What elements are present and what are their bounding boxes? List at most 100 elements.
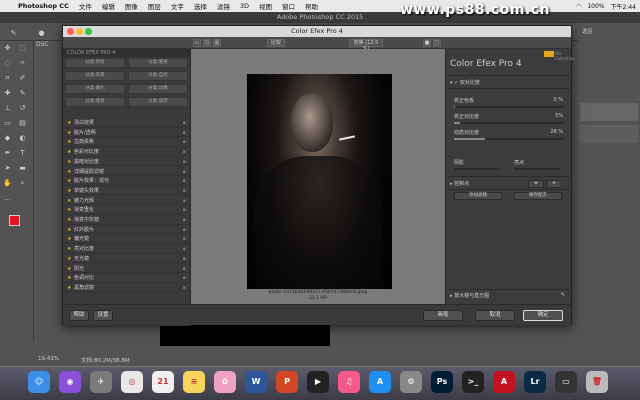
dock-word-icon[interactable]: W bbox=[245, 371, 267, 393]
dock-app-store-icon[interactable]: A bbox=[369, 371, 391, 393]
menu-edit[interactable]: 编辑 bbox=[97, 1, 120, 11]
favorite-star-icon[interactable]: ★ bbox=[67, 274, 71, 283]
favorite-star-icon[interactable]: ★ bbox=[67, 138, 71, 147]
dock-acrobat-icon[interactable]: A bbox=[493, 371, 515, 393]
favorite-star-icon[interactable]: ★ bbox=[67, 255, 71, 264]
menu-image[interactable]: 图像 bbox=[120, 1, 143, 11]
dock-photos-icon[interactable]: ✿ bbox=[214, 371, 236, 393]
filter-options-icon[interactable]: ▪ bbox=[183, 119, 186, 128]
dock-trash-icon[interactable]: 🗑 bbox=[586, 371, 608, 393]
dock-powerpoint-icon[interactable]: P bbox=[276, 371, 298, 393]
filter-options-icon[interactable]: ▪ bbox=[183, 206, 186, 215]
slider-contrast-color[interactable] bbox=[454, 106, 564, 108]
favorite-star-icon[interactable]: ★ bbox=[67, 265, 71, 274]
filter-list-item[interactable]: ★ 红外胶片 ▪ bbox=[65, 226, 189, 235]
favorite-star-icon[interactable]: ★ bbox=[67, 187, 71, 196]
category-favorites[interactable]: 分类:重要 bbox=[128, 58, 188, 68]
filter-list-item[interactable]: ★ 亮对比度 ▪ bbox=[65, 245, 189, 254]
wifi-icon[interactable]: ◠ bbox=[576, 3, 581, 10]
dock-terminal-icon[interactable]: >_ bbox=[462, 371, 484, 393]
menu-window[interactable]: 窗口 bbox=[277, 1, 300, 11]
filter-options-icon[interactable]: ▪ bbox=[183, 158, 186, 167]
filter-options-icon[interactable]: ▪ bbox=[183, 274, 186, 283]
filter-options-icon[interactable]: ▪ bbox=[183, 265, 186, 274]
favorite-star-icon[interactable]: ★ bbox=[67, 245, 71, 254]
filter-options-icon[interactable]: ▪ bbox=[183, 148, 186, 157]
filter-list-item[interactable]: ★ 胶片/透明 ▪ bbox=[65, 129, 189, 138]
shape-tool-icon[interactable]: ▬ bbox=[17, 163, 28, 174]
menu-file[interactable]: 文件 bbox=[74, 1, 97, 11]
filter-options-icon[interactable]: ▪ bbox=[183, 235, 186, 244]
zoom-tool-icon[interactable]: ⌕ bbox=[17, 178, 28, 189]
filter-list-item[interactable]: ★ 色调对比 ▪ bbox=[65, 274, 189, 283]
move-tool-icon[interactable]: ✥ bbox=[2, 43, 13, 54]
menu-view[interactable]: 视图 bbox=[254, 1, 277, 11]
path-select-icon[interactable]: ➤ bbox=[2, 163, 13, 174]
favorite-star-icon[interactable]: ★ bbox=[67, 197, 71, 206]
eyedropper-icon[interactable]: ✐ bbox=[17, 73, 28, 84]
enable-checkbox-icon[interactable]: ✓ bbox=[454, 80, 458, 86]
more-tools-icon[interactable]: … bbox=[2, 193, 13, 204]
slider-contrast[interactable] bbox=[454, 122, 564, 124]
dock-calendar-icon[interactable]: 21 bbox=[152, 371, 174, 393]
filter-list-item[interactable]: ★ 天光镜 ▪ bbox=[65, 255, 189, 264]
filter-options-icon[interactable]: ▪ bbox=[183, 255, 186, 264]
layer-thumbnail[interactable] bbox=[580, 103, 638, 121]
dock-finder-icon[interactable]: ☺ bbox=[28, 371, 50, 393]
remove-control-point-button[interactable]: ⊖ bbox=[546, 180, 562, 188]
brush-icon[interactable]: ✎ bbox=[17, 88, 28, 99]
filter-list-item[interactable]: ★ 色彩对比度 ▪ bbox=[65, 148, 189, 157]
favorite-star-icon[interactable]: ★ bbox=[67, 235, 71, 244]
lasso-tool-icon[interactable]: ◌ bbox=[2, 58, 13, 69]
category-nature[interactable]: 分类:自然 bbox=[128, 71, 188, 81]
heal-tool-icon[interactable]: ✚ bbox=[2, 88, 13, 99]
filter-section-header[interactable]: ▾ ✓ 双对比度 bbox=[450, 79, 480, 86]
loupe-histogram-toggle[interactable]: ▸ 放大镜与直方图 bbox=[450, 292, 489, 299]
category-travel[interactable]: 分类:旅游 bbox=[128, 97, 188, 107]
help-button[interactable]: 帮助 bbox=[69, 310, 89, 321]
favorite-star-icon[interactable]: ★ bbox=[67, 216, 71, 225]
zoom-dropdown[interactable]: 变焦 (12.5 %) bbox=[349, 39, 383, 52]
layer-thumbnail[interactable] bbox=[580, 125, 638, 143]
dock-notes-icon[interactable]: ≡ bbox=[183, 371, 205, 393]
bg-light-icon[interactable]: ■ bbox=[423, 39, 431, 47]
category-all[interactable]: 分类:所有 bbox=[65, 58, 125, 68]
favorite-star-icon[interactable]: ★ bbox=[67, 177, 71, 186]
gradient-icon[interactable]: ▤ bbox=[17, 118, 28, 129]
filter-list-item[interactable]: ★ 漂白效果 ▪ bbox=[65, 119, 189, 128]
menu-help[interactable]: 帮助 bbox=[300, 1, 323, 11]
dock-photoshop-icon[interactable]: Ps bbox=[431, 371, 453, 393]
filter-list-item[interactable]: ★ 魅力光辉 ▪ bbox=[65, 197, 189, 206]
stamp-tool-icon[interactable]: ⊥ bbox=[2, 103, 13, 114]
battery-label[interactable]: 100% bbox=[587, 3, 604, 10]
menu-app-name[interactable]: Photoshop CC bbox=[13, 2, 74, 10]
filter-list-item[interactable]: ★ 单镜头效果 ▪ bbox=[65, 187, 189, 196]
add-control-point-button[interactable]: ⊕ bbox=[528, 180, 544, 188]
clock-label[interactable]: 下午2:44 bbox=[611, 2, 636, 11]
close-icon[interactable] bbox=[67, 28, 74, 35]
dock-system-preferences-icon[interactable]: ⚙ bbox=[400, 371, 422, 393]
panel-label[interactable]: 选区 bbox=[582, 27, 593, 35]
crop-tool-icon[interactable]: ⌗ bbox=[2, 73, 13, 84]
category-portrait[interactable]: 分类:肖像 bbox=[128, 84, 188, 94]
dock-siri-icon[interactable]: ◉ bbox=[59, 371, 81, 393]
filter-list-item[interactable]: ★ 详细提取滤镜 ▪ bbox=[65, 168, 189, 176]
add-filter-button[interactable]: 添加滤镜 bbox=[454, 192, 502, 200]
history-brush-icon[interactable]: ↺ bbox=[17, 103, 28, 114]
category-landscape[interactable]: 分类:风景 bbox=[65, 71, 125, 81]
category-wedding[interactable]: 分类:婚礼 bbox=[65, 84, 125, 94]
filter-options-icon[interactable]: ▪ bbox=[183, 245, 186, 254]
brush-size-icon[interactable]: ● bbox=[36, 28, 47, 39]
marquee-tool-icon[interactable]: ⬚ bbox=[17, 43, 28, 54]
dock-itunes-icon[interactable]: ♫ bbox=[338, 371, 360, 393]
menu-select[interactable]: 选择 bbox=[189, 1, 212, 11]
foreground-color-swatch[interactable] bbox=[9, 215, 20, 226]
category-architecture[interactable]: 分类:建筑 bbox=[65, 97, 125, 107]
favorite-star-icon[interactable]: ★ bbox=[67, 284, 71, 293]
status-zoom[interactable]: 19.43% bbox=[38, 356, 59, 366]
filter-options-icon[interactable]: ▪ bbox=[183, 226, 186, 235]
ok-button[interactable]: 确定 bbox=[523, 310, 563, 321]
filter-list-item[interactable]: ★ 阳光 ▪ bbox=[65, 265, 189, 274]
filter-list-item[interactable]: ★ 渐变重化 ▪ bbox=[65, 206, 189, 215]
cancel-button[interactable]: 取消 bbox=[475, 310, 515, 321]
